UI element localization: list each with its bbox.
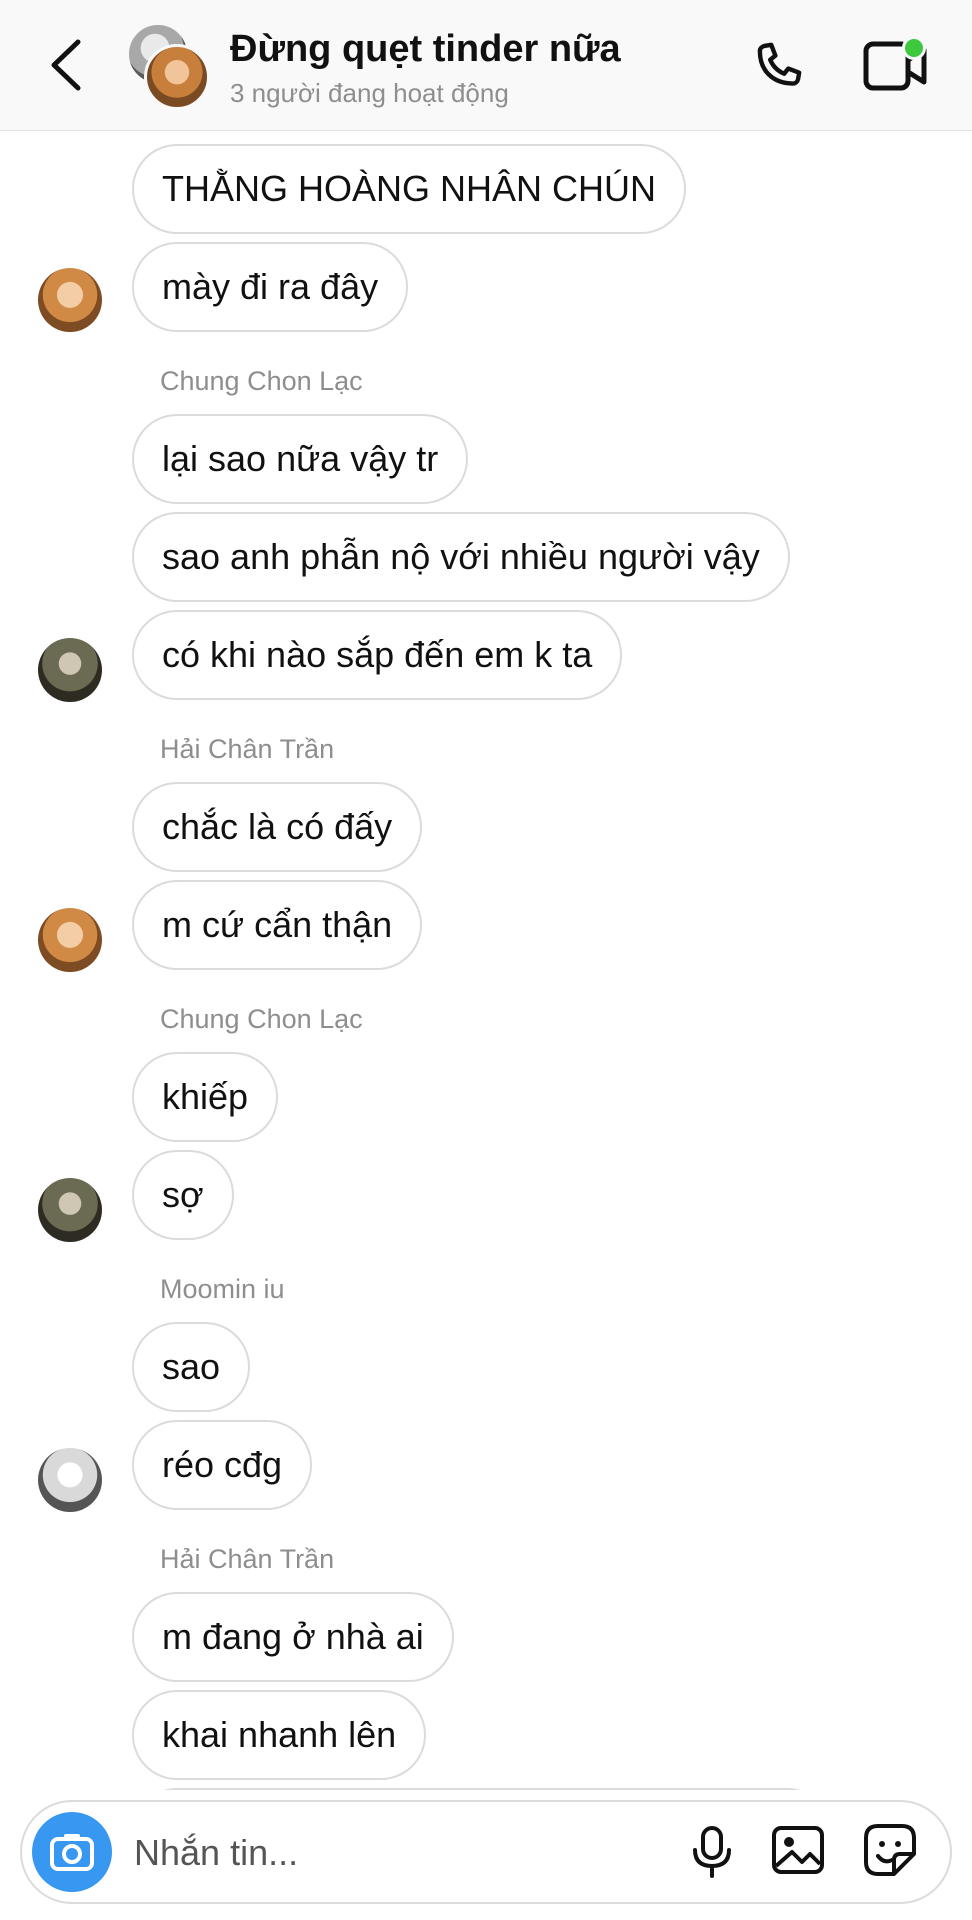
message-thread[interactable]: THẰNG HOÀNG NHÂN CHÚN mày đi ra đây Chun… — [0, 130, 972, 1790]
microphone-icon — [693, 1826, 731, 1878]
sender-name: Hải Chân Trần — [160, 1544, 335, 1574]
phone-icon — [757, 42, 802, 86]
message-bubble[interactable]: có khi nào sắp đến em k ta — [132, 610, 623, 700]
message-bubble[interactable]: THẰNG HOÀNG NHÂN CHÚN — [132, 144, 687, 234]
image-icon — [772, 1826, 824, 1874]
back-button[interactable] — [42, 36, 92, 94]
message-bubble[interactable]: khiếp — [132, 1052, 279, 1142]
camera-button[interactable] — [32, 1812, 112, 1892]
conversation-title[interactable]: Đừng quẹt tinder nữa — [230, 28, 621, 71]
sticker-icon — [864, 1824, 916, 1876]
sender-avatar[interactable] — [38, 1178, 102, 1242]
message-input[interactable] — [132, 1820, 676, 1886]
chat-header: Đừng quẹt tinder nữa 3 người đang hoạt đ… — [0, 0, 972, 131]
message-bubble[interactable]: khai nhanh lên — [132, 1690, 427, 1780]
message-bubble[interactable]: sao — [132, 1322, 251, 1412]
chevron-left-icon — [51, 39, 81, 91]
sender-avatar[interactable] — [38, 638, 102, 702]
sender-name: Chung Chon Lạc — [160, 1004, 363, 1034]
sender-name: Hải Chân Trần — [160, 734, 335, 764]
sender-avatar[interactable] — [38, 1448, 102, 1512]
group-avatar-member-2 — [144, 44, 210, 110]
sender-name: Moomin iu — [160, 1274, 285, 1304]
message-composer — [20, 1800, 952, 1904]
group-avatar[interactable] — [126, 22, 212, 110]
message-bubble[interactable]: lại sao nữa vậy tr — [132, 414, 469, 504]
message-bubble[interactable]: sợ — [132, 1150, 234, 1240]
message-bubble[interactable]: m cứ cẩn thận — [132, 880, 423, 970]
voice-message-button[interactable] — [682, 1822, 742, 1882]
message-bubble[interactable]: sao anh phẫn nộ với nhiều người vậy — [132, 512, 790, 602]
message-bubble[interactable]: m đang ở nhà ai — [132, 1592, 454, 1682]
message-bubble[interactable]: réo cđg — [132, 1420, 313, 1510]
online-indicator — [902, 36, 926, 60]
sender-avatar[interactable] — [38, 908, 102, 972]
message-bubble-partial[interactable] — [132, 1788, 832, 1790]
message-bubble[interactable]: chắc là có đấy — [132, 782, 423, 872]
camera-icon — [50, 1834, 94, 1871]
active-status: 3 người đang hoạt động — [230, 78, 509, 108]
sticker-button[interactable] — [860, 1820, 920, 1880]
sender-avatar[interactable] — [38, 268, 102, 332]
gallery-button[interactable] — [768, 1820, 828, 1880]
message-bubble[interactable]: mày đi ra đây — [132, 242, 409, 332]
voice-call-button[interactable] — [748, 36, 810, 98]
sender-name: Chung Chon Lạc — [160, 366, 363, 396]
